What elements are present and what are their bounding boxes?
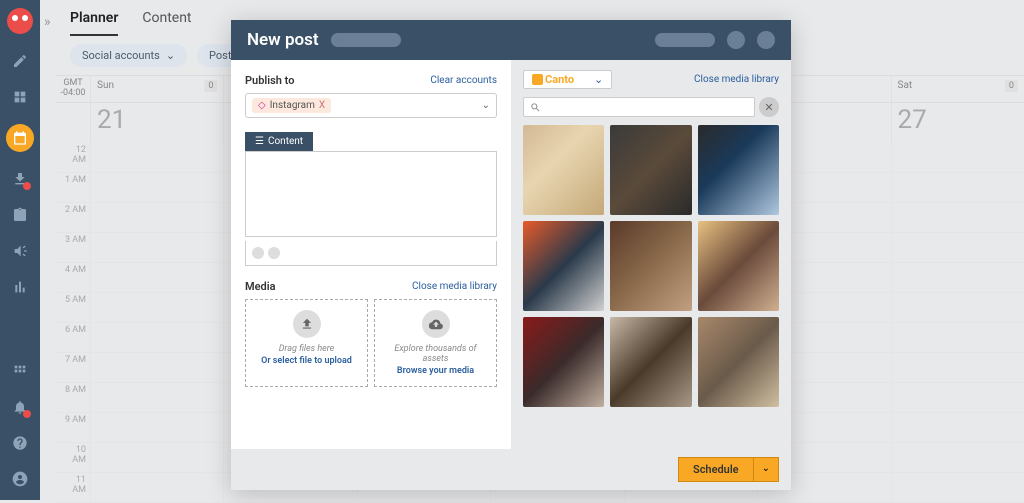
bell-icon[interactable] xyxy=(11,398,29,416)
modal-title: New post xyxy=(247,30,319,50)
filter-social-accounts[interactable]: Social accounts⌄ xyxy=(70,44,187,67)
tab-content[interactable]: Content xyxy=(142,10,191,36)
cloud-icon xyxy=(422,310,450,338)
media-thumb[interactable] xyxy=(698,221,779,311)
media-thumb[interactable] xyxy=(610,221,691,311)
date-27: 27 xyxy=(891,103,1024,143)
media-label: Media xyxy=(245,280,276,293)
tab-planner[interactable]: Planner xyxy=(70,10,118,36)
sidebar xyxy=(0,0,40,500)
analytics-icon[interactable] xyxy=(11,278,29,296)
account-chip-instagram: ◇ Instagram X xyxy=(252,98,331,113)
logo-hootsuite xyxy=(7,8,33,34)
clear-search-icon[interactable]: ✕ xyxy=(759,97,779,117)
search-icon xyxy=(530,102,541,113)
new-post-modal: New post Publish to Clear accounts ◇ Ins… xyxy=(231,20,791,490)
chevron-down-icon: ⌄ xyxy=(166,49,175,62)
compose-panel: Publish to Clear accounts ◇ Instagram X … xyxy=(231,60,511,449)
media-thumb[interactable] xyxy=(523,317,604,407)
chevron-down-icon: ⌄ xyxy=(594,73,603,86)
media-thumb[interactable] xyxy=(610,125,691,215)
megaphone-icon[interactable] xyxy=(11,242,29,260)
close-media-link[interactable]: Close media library xyxy=(412,281,497,292)
apps-icon[interactable] xyxy=(11,362,29,380)
media-thumb[interactable] xyxy=(523,221,604,311)
account-select[interactable]: ◇ Instagram X ⌄ xyxy=(245,93,497,118)
day-sun: Sun0 xyxy=(90,76,223,102)
media-thumb[interactable] xyxy=(698,317,779,407)
publish-to-label: Publish to xyxy=(245,74,294,87)
date-21: 21 xyxy=(90,103,223,143)
calendar-icon[interactable] xyxy=(6,124,34,152)
chevron-down-icon[interactable]: ⌄ xyxy=(753,458,778,481)
clear-accounts-link[interactable]: Clear accounts xyxy=(430,75,497,86)
clipboard-icon[interactable] xyxy=(11,206,29,224)
timezone: GMT-04:00 xyxy=(56,76,90,102)
canto-dropdown[interactable]: Canto ⌄ xyxy=(523,70,612,89)
browse-box[interactable]: Explore thousands of assets Browse your … xyxy=(374,299,497,387)
content-tab[interactable]: ☰Content xyxy=(245,132,313,151)
download-icon[interactable] xyxy=(11,170,29,188)
help-icon[interactable] xyxy=(11,434,29,452)
search-input[interactable] xyxy=(523,97,755,117)
chevron-down-icon: ⌄ xyxy=(482,100,490,111)
media-thumb[interactable] xyxy=(698,125,779,215)
remove-account-icon[interactable]: X xyxy=(319,100,325,111)
upload-icon xyxy=(293,310,321,338)
schedule-button[interactable]: Schedule ⌄ xyxy=(678,457,779,482)
compose-icon[interactable] xyxy=(11,52,29,70)
avatar-icon[interactable] xyxy=(11,470,29,488)
collapse-sidebar-icon[interactable]: » xyxy=(44,14,54,24)
grid-icon[interactable] xyxy=(11,88,29,106)
post-textarea[interactable] xyxy=(245,151,497,237)
media-thumb[interactable] xyxy=(610,317,691,407)
close-media-library-link[interactable]: Close media library xyxy=(694,74,779,85)
day-sat: Sat0 xyxy=(891,76,1024,102)
textarea-toolbar xyxy=(245,241,497,266)
upload-box[interactable]: Drag files here Or select file to upload xyxy=(245,299,368,387)
media-library: Canto ⌄ Close media library ✕ xyxy=(511,60,791,449)
media-thumb[interactable] xyxy=(523,125,604,215)
modal-header: New post xyxy=(231,20,791,60)
